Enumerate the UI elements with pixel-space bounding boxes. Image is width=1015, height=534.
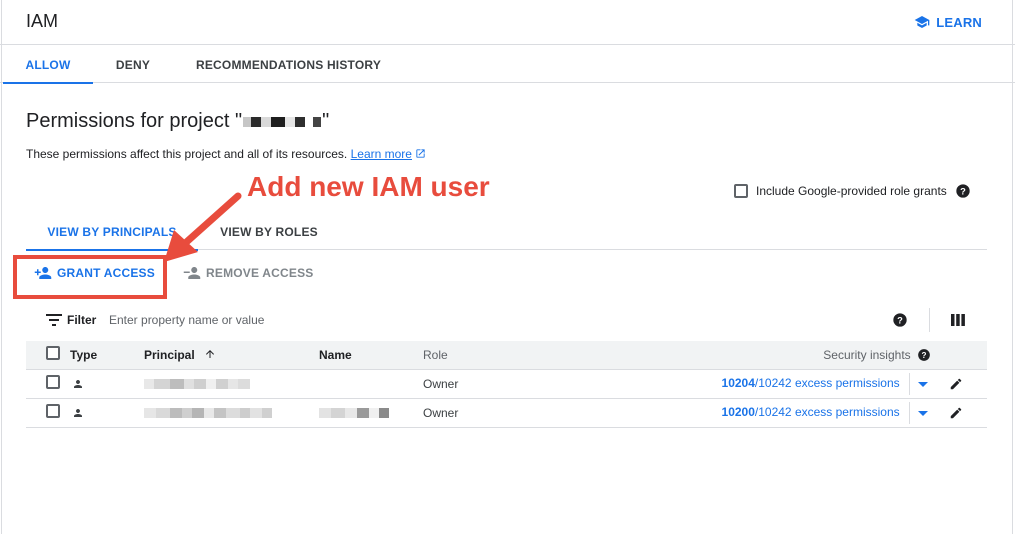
top-bar: IAM LEARN — [0, 0, 1015, 45]
edit-cell — [937, 369, 987, 399]
person-icon — [74, 379, 82, 388]
tab-allow[interactable]: ALLOW — [3, 46, 93, 84]
learn-button[interactable]: LEARN — [914, 14, 982, 30]
excess-count: 10200 — [721, 404, 755, 419]
column-security-insights-label: Security insights — [823, 347, 911, 362]
include-google-grants[interactable]: Include Google-provided role grants ? — [734, 183, 971, 199]
learn-more-label: Learn more — [350, 147, 412, 161]
select-all-cell — [26, 341, 70, 370]
row-select-cell — [26, 369, 70, 399]
column-actions — [937, 341, 987, 370]
school-icon — [914, 16, 930, 28]
name-cell — [319, 369, 423, 399]
svg-text:?: ? — [897, 315, 903, 325]
tab-recommendations-history[interactable]: RECOMMENDATIONS HISTORY — [186, 46, 391, 83]
name-cell — [319, 398, 423, 428]
remove-access-label: REMOVE ACCESS — [206, 266, 314, 280]
learn-more-link[interactable]: Learn more — [351, 147, 426, 161]
principal-cell — [144, 369, 319, 399]
table-row[interactable]: Owner 10204/10242 excess permissions — [26, 369, 987, 399]
excess-count: 10204 — [721, 375, 755, 390]
person-icon — [74, 408, 82, 417]
edit-pencil-icon[interactable] — [949, 406, 963, 420]
row-checkbox[interactable] — [46, 375, 60, 389]
filter-input[interactable] — [109, 308, 509, 332]
help-icon[interactable]: ? — [955, 183, 971, 199]
role-cell: Owner — [423, 369, 501, 399]
column-principal-label: Principal — [144, 347, 195, 362]
annotation-text: Add new IAM user — [247, 171, 490, 202]
annotation-highlight-box — [13, 255, 167, 299]
column-name[interactable]: Name — [319, 341, 423, 370]
learn-label: LEARN — [936, 14, 982, 30]
column-display-icon[interactable] — [950, 312, 966, 328]
excess-permissions-link[interactable]: 10204/10242 excess permissions — [722, 376, 900, 390]
row-checkbox[interactable] — [46, 404, 60, 418]
row-select-cell — [26, 398, 70, 428]
redacted-principal — [144, 408, 272, 419]
remove-access-button[interactable]: REMOVE ACCESS — [183, 266, 314, 280]
include-google-label: Include Google-provided role grants — [756, 184, 947, 198]
excess-rest: /10242 excess permissions — [754, 404, 900, 419]
annotation-arrow-icon — [164, 192, 242, 262]
type-cell — [70, 398, 144, 428]
include-google-checkbox[interactable] — [734, 184, 748, 198]
insights-cell: 10204/10242 excess permissions — [501, 369, 937, 399]
excess-rest: /10242 excess permissions — [754, 375, 900, 390]
principal-cell — [144, 398, 319, 428]
excess-permissions-link[interactable]: 10200/10242 excess permissions — [722, 405, 900, 419]
app-title: IAM — [26, 11, 59, 31]
insights-help-icon[interactable]: ? — [917, 348, 931, 362]
edit-cell — [937, 398, 987, 428]
principals-table: Type Principal Name Role Security insigh… — [26, 341, 987, 428]
filter-label: Filter — [67, 313, 97, 327]
page-title-prefix: Permissions for project " — [26, 110, 243, 132]
insights-dropdown-button[interactable] — [909, 401, 937, 424]
filter-bar: Filter ? — [26, 308, 987, 332]
column-principal[interactable]: Principal — [144, 341, 319, 370]
column-security-insights[interactable]: Security insights ? — [501, 341, 937, 370]
tab-deny[interactable]: DENY — [93, 46, 173, 83]
insights-dropdown-button[interactable] — [909, 372, 937, 395]
toolbar-divider — [929, 308, 930, 332]
column-role[interactable]: Role — [423, 341, 501, 370]
edit-pencil-icon[interactable] — [949, 377, 963, 391]
table-help-icon[interactable]: ? — [892, 312, 908, 328]
table-header-row: Type Principal Name Role Security insigh… — [26, 341, 987, 370]
remove-person-icon — [183, 267, 201, 279]
svg-text:?: ? — [960, 186, 966, 196]
column-type[interactable]: Type — [70, 341, 144, 370]
filter-icon — [46, 314, 62, 326]
description-text: These permissions affect this project an… — [26, 147, 348, 161]
svg-text:?: ? — [922, 351, 927, 360]
page-description: These permissions affect this project an… — [26, 147, 426, 161]
sort-ascending-icon — [206, 349, 215, 358]
select-all-checkbox[interactable] — [46, 346, 60, 361]
table-row[interactable]: Owner 10200/10242 excess permissions — [26, 398, 987, 428]
redacted-project-name — [243, 116, 322, 127]
tab-bar: ALLOW DENY RECOMMENDATIONS HISTORY — [0, 46, 1015, 84]
role-cell: Owner — [423, 398, 501, 428]
page-title: Permissions for project " " — [26, 110, 329, 133]
redacted-name — [319, 408, 389, 419]
redacted-principal — [144, 379, 250, 390]
external-link-icon — [416, 149, 425, 158]
page-title-suffix: " — [322, 110, 330, 132]
insights-cell: 10200/10242 excess permissions — [501, 398, 937, 428]
type-cell — [70, 369, 144, 399]
